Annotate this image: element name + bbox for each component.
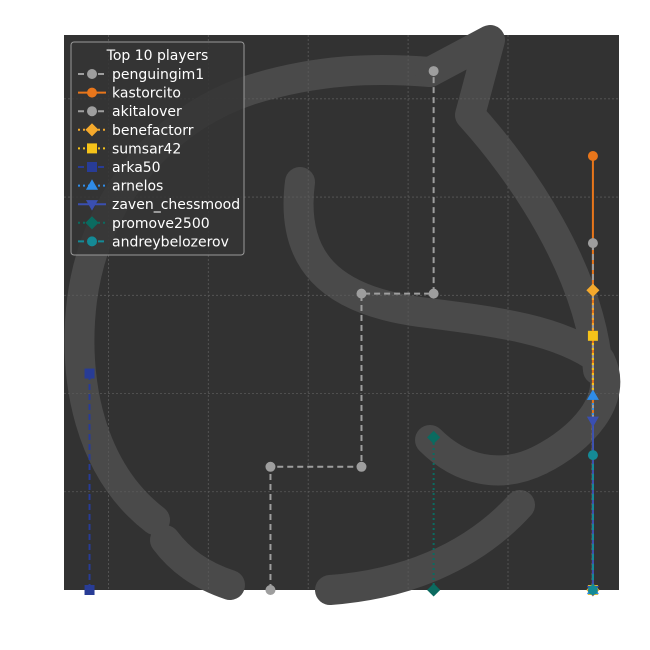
legend-swatch-marker [87, 87, 97, 98]
legend-label: zaven_chessmood [112, 197, 240, 213]
legend-title: Top 10 players [106, 48, 209, 64]
data-point [587, 238, 598, 249]
legend-swatch-marker [87, 143, 97, 154]
data-point [84, 368, 95, 379]
data-point [265, 585, 276, 595]
legend-label: benefactorr [112, 123, 194, 139]
chart: Top 10 players penguingim1 kastorcito akit… [0, 0, 650, 650]
data-point [428, 66, 439, 77]
data-point [265, 461, 276, 472]
data-point [356, 288, 367, 299]
data-point [356, 461, 367, 472]
legend-swatch-marker [87, 236, 97, 247]
legend-swatch-marker [87, 162, 97, 172]
data-point [587, 330, 598, 341]
data-point [587, 585, 598, 595]
legend-label: sumsar42 [112, 141, 181, 157]
legend-label: penguingim1 [112, 67, 204, 83]
legend-label: kastorcito [112, 86, 181, 102]
legend-label: akitalover [112, 104, 182, 120]
data-point [84, 585, 95, 595]
data-point [587, 150, 598, 161]
legend-label: arnelos [112, 179, 163, 195]
legend-swatch-marker [87, 106, 97, 117]
data-point [428, 288, 439, 299]
data-point [587, 450, 598, 461]
legend: Top 10 players penguingim1 kastorcito akit… [70, 41, 245, 256]
legend-label: promove2500 [112, 216, 210, 232]
legend-label: arka50 [112, 160, 161, 176]
legend-label: andreybelozerov [112, 234, 229, 250]
legend-swatch-marker [87, 69, 97, 79]
